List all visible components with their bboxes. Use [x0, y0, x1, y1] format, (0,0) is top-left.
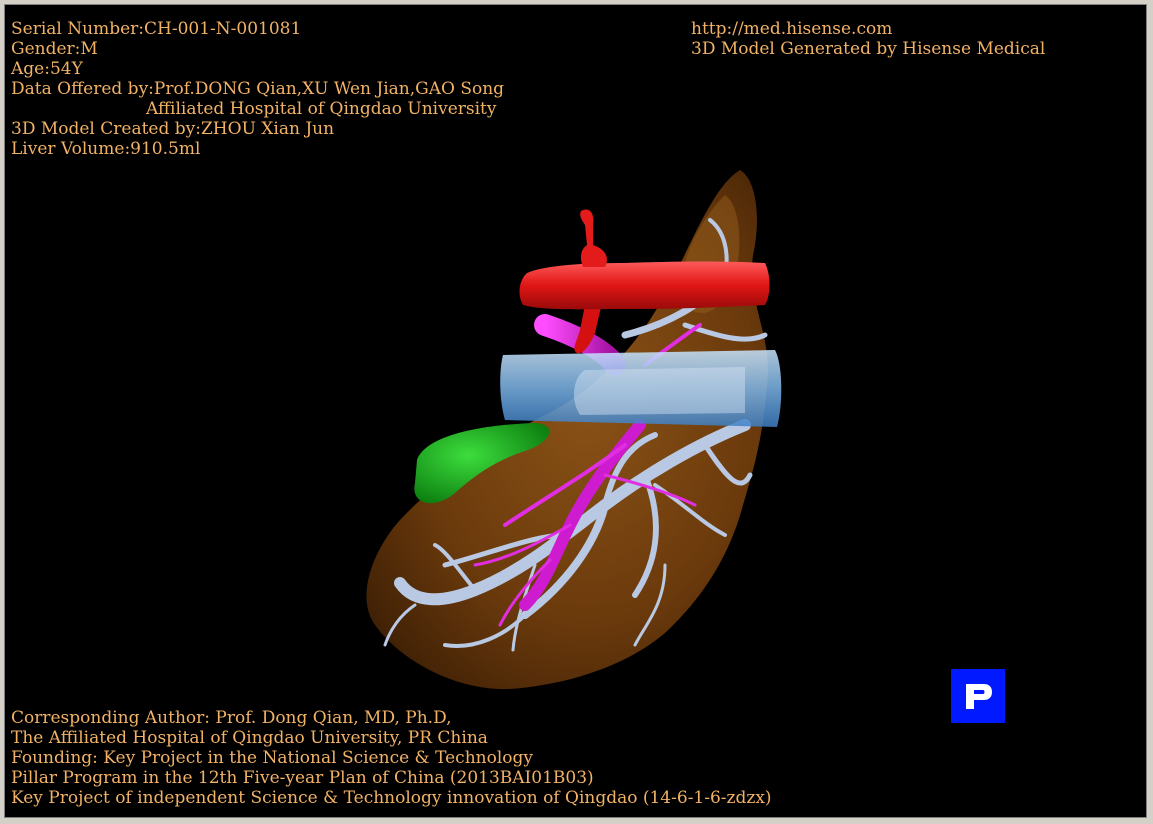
- age: Age:54Y: [11, 59, 83, 79]
- website-url: http://med.hisense.com: [691, 19, 893, 39]
- patient-info-block: Serial Number:CH-001-N-001081 Gender:M A…: [11, 19, 504, 159]
- vena-cava-overlay: [573, 367, 745, 415]
- pillar-program: Pillar Program in the 12th Five-year Pla…: [11, 768, 594, 788]
- view-toggle-button[interactable]: [951, 669, 1005, 723]
- corresponding-author: Corresponding Author: Prof. Dong Qian, M…: [11, 708, 452, 728]
- founding: Founding: Key Project in the National Sc…: [11, 748, 533, 768]
- data-offered-by: Data Offered by:Prof.DONG Qian,XU Wen Ji…: [11, 79, 505, 99]
- p-icon: [966, 684, 992, 709]
- hospital: Affiliated Hospital of Qingdao Universit…: [146, 99, 497, 119]
- credits-block: Corresponding Author: Prof. Dong Qian, M…: [11, 708, 772, 808]
- gender: Gender:M: [11, 39, 98, 59]
- affiliation: The Affiliated Hospital of Qingdao Unive…: [11, 728, 488, 748]
- serial-number: Serial Number:CH-001-N-001081: [11, 19, 302, 39]
- model-viewport[interactable]: Serial Number:CH-001-N-001081 Gender:M A…: [4, 4, 1147, 818]
- model-created-by: 3D Model Created by:ZHOU Xian Jun: [11, 119, 335, 139]
- aorta-upper-branch: [580, 209, 607, 267]
- generator-label: 3D Model Generated by Hisense Medical: [691, 39, 1046, 59]
- liver-volume: Liver Volume:910.5ml: [11, 139, 201, 159]
- key-project: Key Project of independent Science & Tec…: [11, 788, 772, 808]
- generator-info-block: http://med.hisense.com 3D Model Generate…: [691, 19, 1045, 59]
- aorta: [519, 261, 770, 310]
